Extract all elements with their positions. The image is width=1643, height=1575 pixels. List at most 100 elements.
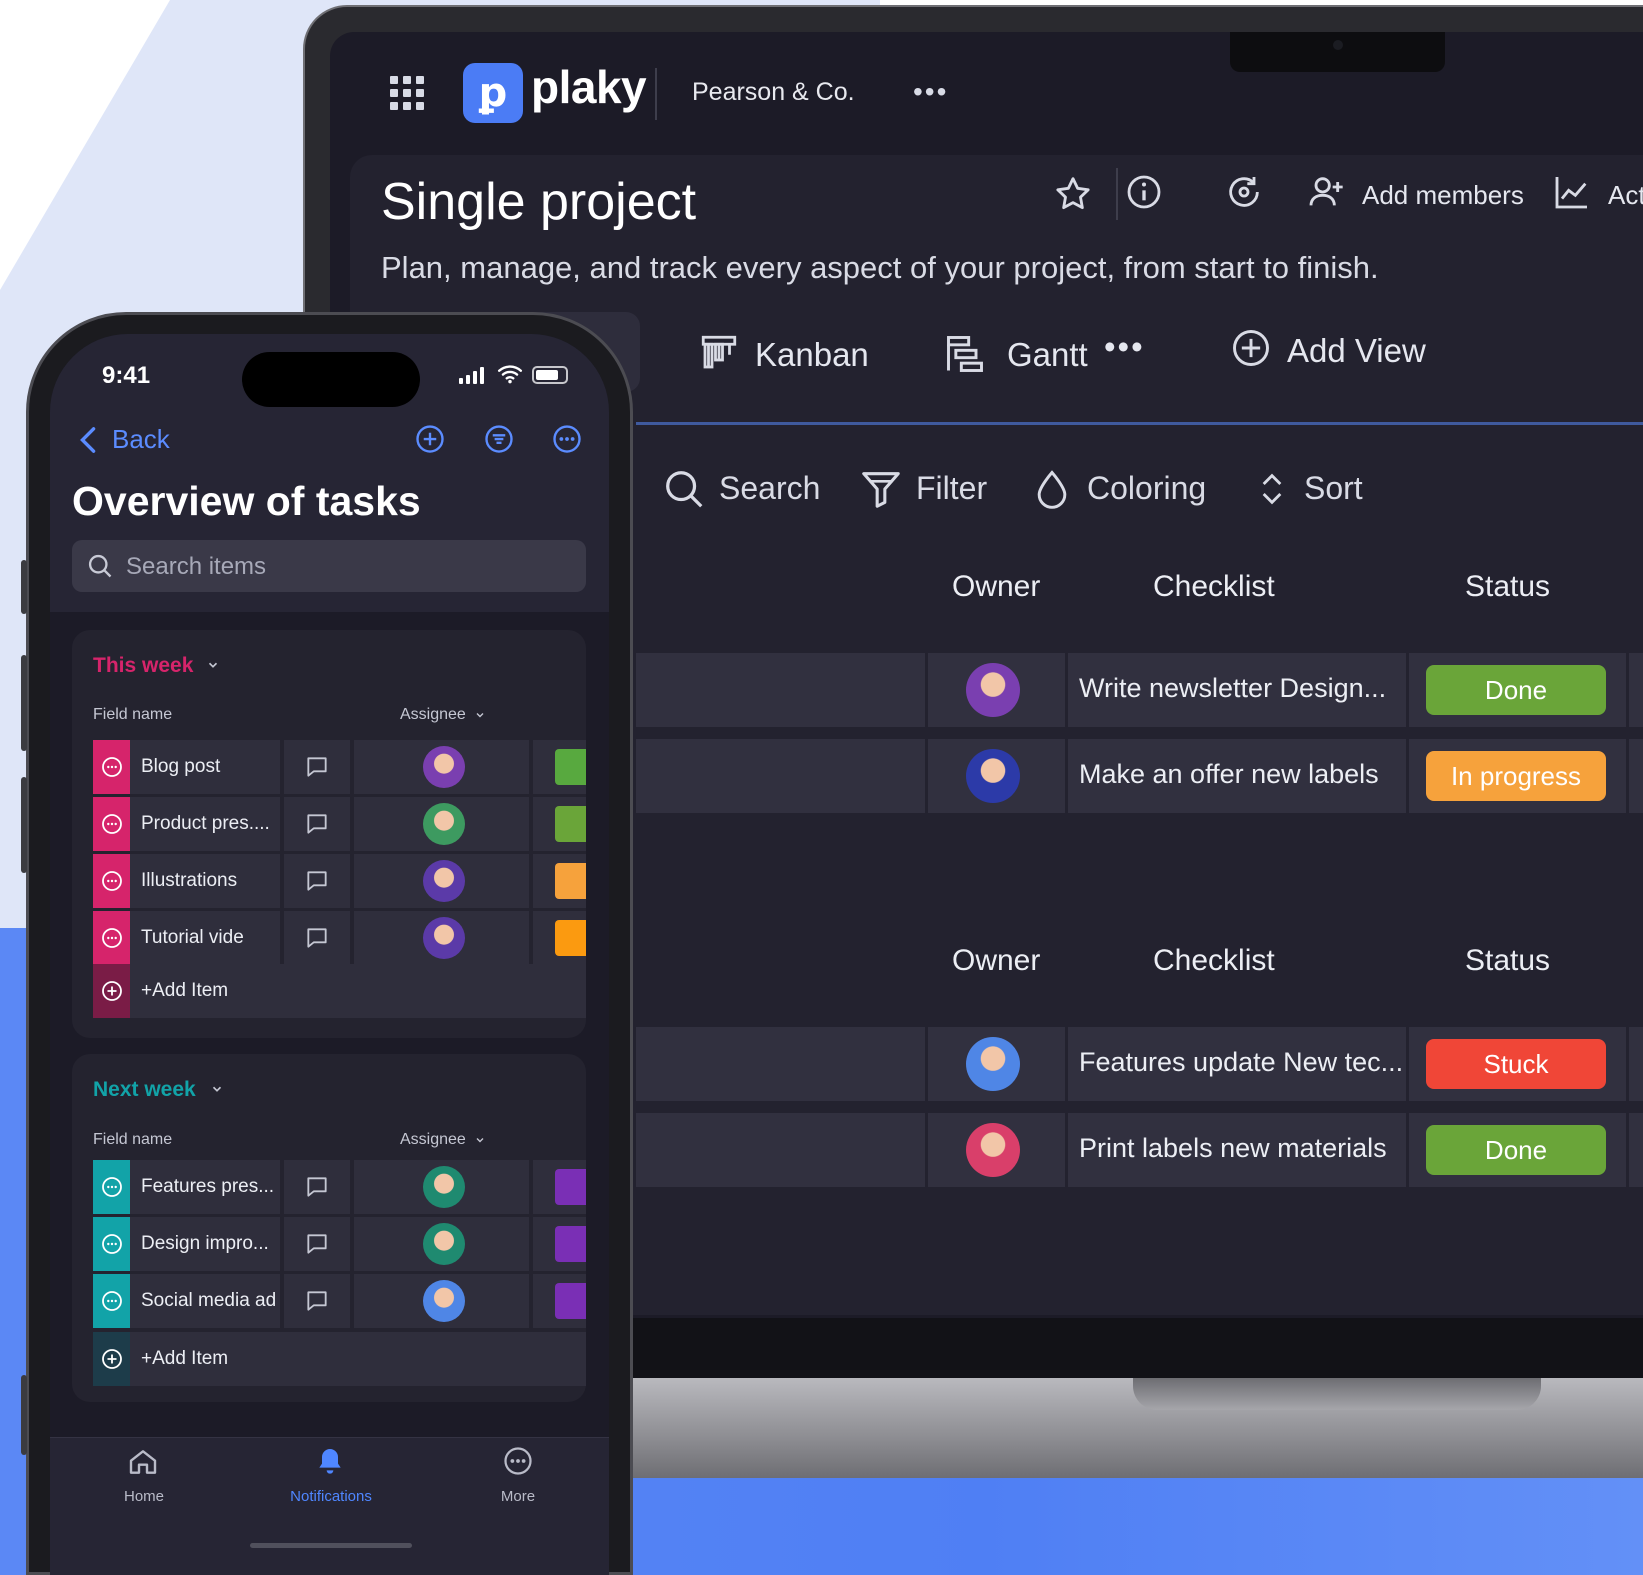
status-badge[interactable]: In progress [1426, 751, 1606, 801]
checklist-cell[interactable]: Make an offer new labels [1079, 759, 1379, 790]
chevron-left-icon[interactable] [78, 426, 98, 454]
comment-icon[interactable] [304, 1288, 330, 1314]
table-row[interactable]: Print labels new materials Done [636, 1113, 1643, 1187]
column-owner[interactable]: Owner [952, 570, 1040, 604]
star-icon[interactable] [1053, 174, 1093, 214]
activity-button[interactable]: Act [1608, 180, 1643, 211]
list-item[interactable]: Social media ad [93, 1274, 586, 1328]
add-item-label[interactable]: +Add Item [141, 1348, 228, 1370]
comment-icon[interactable] [304, 811, 330, 837]
checklist-cell[interactable]: Print labels new materials [1079, 1133, 1387, 1164]
add-item-row[interactable]: +Add Item [93, 1332, 586, 1386]
column-status[interactable]: Status [1465, 944, 1550, 978]
status-chip[interactable] [555, 1169, 586, 1205]
bell-icon[interactable] [314, 1444, 346, 1478]
home-icon[interactable] [127, 1446, 159, 1478]
list-item[interactable]: Tutorial vide [93, 911, 586, 965]
status-chip[interactable] [555, 806, 586, 842]
avatar[interactable] [423, 860, 465, 902]
more-circle-icon[interactable] [552, 424, 582, 454]
more-circle-icon[interactable] [100, 755, 124, 779]
tab-gantt[interactable]: Gantt [1007, 336, 1088, 374]
workspace-name[interactable]: Pearson & Co. [692, 78, 855, 107]
add-item-row[interactable]: +Add Item [93, 964, 586, 1018]
filter-circle-icon[interactable] [484, 424, 514, 454]
table-row[interactable]: Features update New tec... Stuck [636, 1027, 1643, 1101]
more-circle-icon[interactable] [100, 812, 124, 836]
item-name[interactable]: Tutorial vide [141, 927, 244, 949]
item-name[interactable]: Illustrations [141, 870, 237, 892]
search-button[interactable]: Search [719, 470, 820, 507]
chevron-down-icon[interactable] [474, 709, 486, 721]
info-icon[interactable] [1124, 172, 1164, 212]
more-circle-icon[interactable] [100, 926, 124, 950]
more-circle-icon[interactable] [100, 1289, 124, 1313]
avatar[interactable] [423, 917, 465, 959]
list-item[interactable]: Features pres... [93, 1160, 586, 1214]
filter-button[interactable]: Filter [916, 470, 987, 507]
group-title[interactable]: Next week [93, 1078, 196, 1102]
item-name[interactable]: Features pres... [141, 1176, 274, 1198]
item-name[interactable]: Product pres.... [141, 813, 270, 835]
add-circle-icon[interactable] [100, 1347, 124, 1371]
status-badge[interactable]: Done [1426, 665, 1606, 715]
coloring-button[interactable]: Coloring [1087, 470, 1206, 507]
avatar[interactable] [423, 1280, 465, 1322]
status-badge[interactable]: Done [1426, 1125, 1606, 1175]
column-owner[interactable]: Owner [952, 944, 1040, 978]
table-row[interactable]: Make an offer new labels In progress [636, 739, 1643, 813]
chevron-down-icon[interactable] [210, 1082, 224, 1096]
status-badge[interactable]: Stuck [1426, 1039, 1606, 1089]
tab-home[interactable]: Home [104, 1488, 184, 1505]
sort-button[interactable]: Sort [1304, 470, 1363, 507]
column-checklist[interactable]: Checklist [1153, 944, 1275, 978]
tab-notifications[interactable]: Notifications [275, 1488, 387, 1505]
avatar[interactable] [423, 803, 465, 845]
comment-icon[interactable] [304, 868, 330, 894]
add-circle-icon[interactable] [415, 424, 445, 454]
tab-more[interactable]: More [478, 1488, 558, 1505]
status-chip[interactable] [555, 1226, 586, 1262]
tab-kanban[interactable]: Kanban [755, 336, 869, 374]
comment-icon[interactable] [304, 754, 330, 780]
column-checklist[interactable]: Checklist [1153, 570, 1275, 604]
comment-icon[interactable] [304, 1174, 330, 1200]
chart-icon[interactable] [1552, 172, 1592, 212]
status-chip[interactable] [555, 863, 586, 899]
workspace-more-icon[interactable]: ••• [913, 76, 948, 108]
tabs-more-icon[interactable]: ••• [1104, 328, 1145, 366]
item-name[interactable]: Blog post [141, 756, 220, 778]
chevron-down-icon[interactable] [474, 1134, 486, 1146]
checklist-cell[interactable]: Write newsletter Design... [1079, 673, 1386, 704]
status-chip[interactable] [555, 1283, 586, 1319]
add-item-label[interactable]: +Add Item [141, 980, 228, 1002]
avatar[interactable] [966, 1123, 1020, 1177]
more-circle-icon[interactable] [100, 869, 124, 893]
status-chip[interactable] [555, 920, 586, 956]
avatar[interactable] [423, 1223, 465, 1265]
more-circle-icon[interactable] [100, 1175, 124, 1199]
add-member-icon[interactable] [1306, 172, 1346, 212]
group-title[interactable]: This week [93, 654, 193, 678]
column-status[interactable]: Status [1465, 570, 1550, 604]
more-circle-icon[interactable] [100, 1232, 124, 1256]
list-item[interactable]: Blog post [93, 740, 586, 794]
list-item[interactable]: Design impro... [93, 1217, 586, 1271]
add-view-button[interactable]: Add View [1287, 332, 1426, 370]
activity-log-icon[interactable] [1224, 172, 1264, 212]
avatar[interactable] [966, 1037, 1020, 1091]
chevron-down-icon[interactable] [206, 658, 220, 672]
back-button[interactable]: Back [112, 424, 170, 455]
avatar[interactable] [423, 746, 465, 788]
assignee-header[interactable]: Assignee [400, 706, 466, 724]
checklist-cell[interactable]: Features update New tec... [1079, 1047, 1403, 1078]
add-members-button[interactable]: Add members [1362, 180, 1524, 211]
status-chip[interactable] [555, 749, 586, 785]
avatar[interactable] [966, 663, 1020, 717]
apps-grid-icon[interactable] [390, 76, 424, 110]
avatar[interactable] [966, 749, 1020, 803]
list-item[interactable]: Illustrations [93, 854, 586, 908]
item-name[interactable]: Social media ad [141, 1290, 276, 1312]
list-item[interactable]: Product pres.... [93, 797, 586, 851]
comment-icon[interactable] [304, 1231, 330, 1257]
